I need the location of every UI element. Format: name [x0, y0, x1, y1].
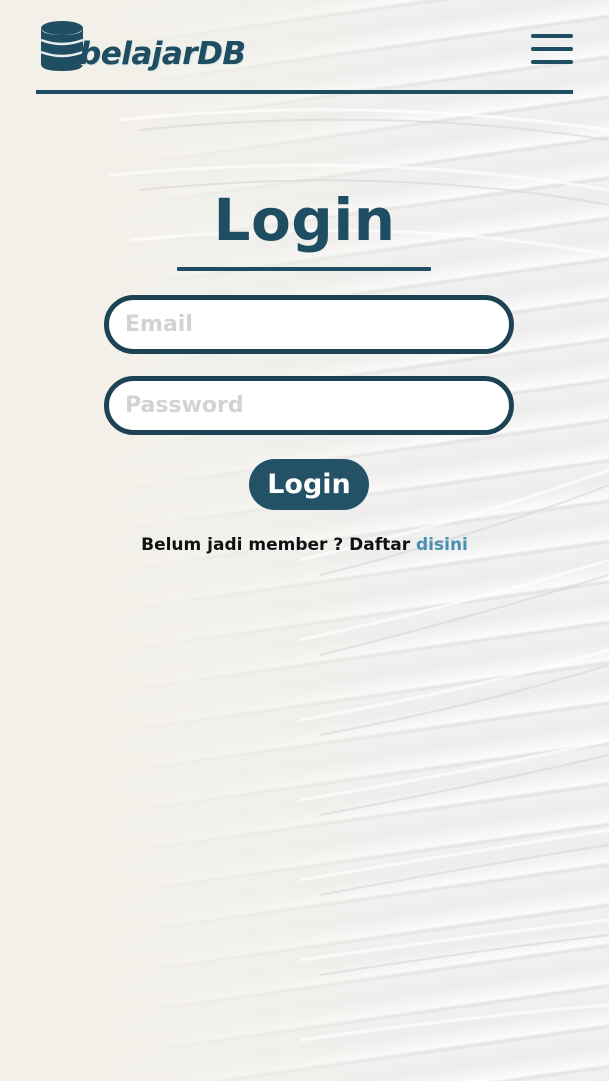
logo-text: belajarDB — [79, 36, 246, 72]
hamburger-menu-icon[interactable] — [531, 34, 573, 68]
logo[interactable]: belajarDB — [39, 20, 246, 72]
password-input[interactable] — [104, 376, 514, 435]
register-link[interactable]: disini — [416, 535, 468, 555]
login-button[interactable]: Login — [249, 459, 369, 510]
register-prompt-text: Belum jadi member ? Daftar — [141, 535, 411, 555]
page-title: Login — [213, 186, 396, 254]
register-prompt: Belum jadi member ? Daftar disini — [0, 535, 609, 555]
email-input[interactable] — [104, 295, 514, 354]
header: belajarDB — [36, 18, 573, 94]
title-underline — [177, 267, 431, 271]
